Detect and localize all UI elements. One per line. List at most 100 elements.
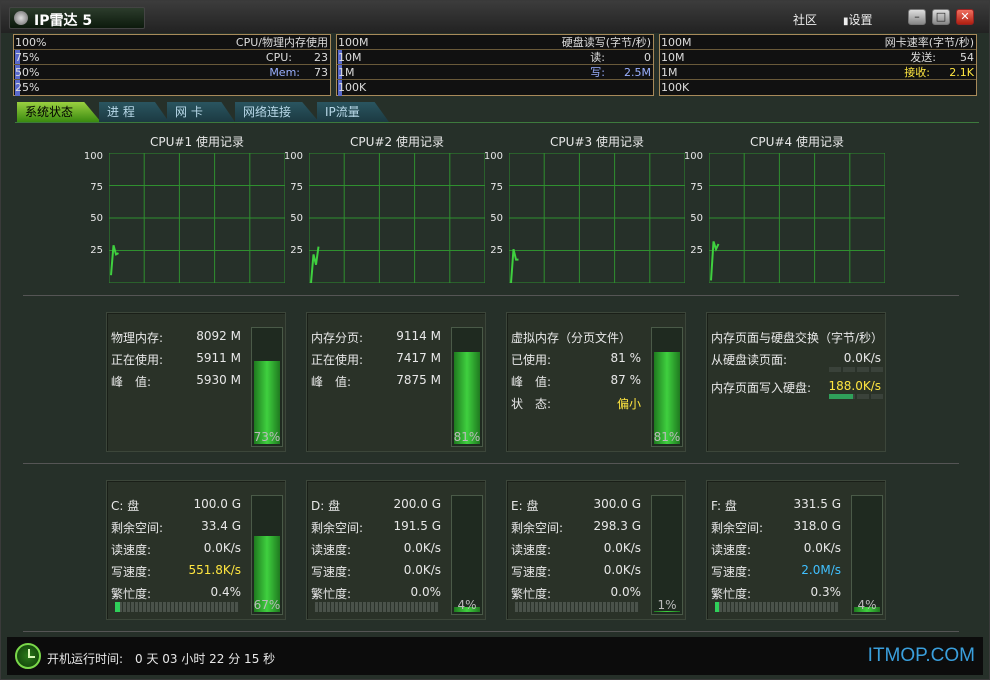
y-tick: 75 bbox=[690, 182, 703, 193]
busy-bar bbox=[115, 602, 239, 612]
busy-fill bbox=[715, 602, 719, 612]
y-tick: 50 bbox=[490, 213, 503, 224]
row-label: 剩余空间: bbox=[511, 521, 564, 535]
maximize-button[interactable]: □ bbox=[932, 9, 950, 25]
row-label: 读速度: bbox=[311, 543, 352, 557]
disk-panel: F: 盘 331.5 G 剩余空间: 318.0 G 读速度: 0.0K/s 写速度: 2.0… bbox=[706, 480, 886, 620]
y-tick: 100 bbox=[683, 151, 703, 162]
row-label: 已使用: bbox=[511, 353, 552, 367]
scale-label: 1M bbox=[661, 66, 678, 79]
row-label: F: 盘 bbox=[711, 499, 737, 513]
page-memory-panel: 内存分页: 9114 M 正在使用: 7417 M 峰 值: 7875 M 81… bbox=[306, 312, 486, 452]
row-label: 繁忙度: bbox=[311, 587, 352, 601]
disk-usage-gauge: 67% bbox=[251, 495, 283, 615]
status-bar: 开机运行时间: 0 天 03 小时 22 分 15 秒 ITMOP.COM bbox=[7, 637, 983, 675]
cpu-chart-title: CPU#4 使用记录 bbox=[750, 135, 844, 149]
app-title: IP雷达 5 bbox=[34, 13, 93, 29]
row-value: 331.5 G bbox=[793, 497, 841, 511]
busy-bar bbox=[715, 602, 839, 612]
y-tick: 25 bbox=[490, 245, 503, 256]
row-label: 内存分页: bbox=[311, 331, 364, 345]
disk-usage-gauge: 1% bbox=[651, 495, 683, 615]
cpu-plot bbox=[109, 153, 285, 283]
row-label: 剩余空间: bbox=[311, 521, 364, 535]
community-link[interactable]: 社区 bbox=[793, 11, 817, 28]
row-label: 写速度: bbox=[511, 565, 552, 579]
read-label: 读: bbox=[590, 51, 605, 64]
row-value: 551.8K/s bbox=[188, 563, 241, 577]
usage-gauge: 81% bbox=[651, 327, 683, 447]
busy-fill bbox=[115, 602, 120, 612]
virtual-memory-panel: 虚拟内存（分页文件） 已使用: 81 % 峰 值: 87 % 状 态: 偏小 8… bbox=[506, 312, 686, 452]
cpu-mem-meter: 100% CPU/物理内存使用 75% CPU: 23 50% Mem: 73 25% bbox=[13, 34, 331, 96]
cpu-chart: CPU#2 使用记录 100 75 50 25 bbox=[284, 131, 485, 287]
status-value: 偏小 bbox=[616, 397, 641, 411]
row-value: 87 % bbox=[610, 373, 642, 387]
row-value: 33.4 G bbox=[201, 519, 241, 533]
meter-title: CPU/物理内存使用 bbox=[235, 36, 328, 49]
y-tick: 50 bbox=[90, 213, 103, 224]
row-value: 191.5 G bbox=[393, 519, 441, 533]
y-tick: 25 bbox=[290, 245, 303, 256]
title-bar[interactable]: IP雷达 5 社区 ▮设置 – □ ✕ bbox=[1, 1, 989, 33]
row-value: 5911 M bbox=[196, 351, 241, 365]
row-value: 0.0K/s bbox=[403, 563, 441, 577]
row-label: 写速度: bbox=[311, 565, 352, 579]
scale-label: 100K bbox=[338, 81, 367, 94]
row-label: 剩余空间: bbox=[711, 521, 764, 535]
disk-panel: C: 盘 100.0 G 剩余空间: 33.4 G 读速度: 0.0K/s 写速度: 551.… bbox=[106, 480, 286, 620]
tab-processes[interactable]: 进 程 bbox=[99, 102, 169, 122]
tab-system-status[interactable]: 系统状态 bbox=[17, 102, 101, 122]
row-value: 200.0 G bbox=[393, 497, 441, 511]
row-value: 9114 M bbox=[396, 329, 441, 343]
tab-connections[interactable]: 网络连接 bbox=[235, 102, 319, 122]
row-value: 188.0K/s bbox=[828, 379, 881, 393]
y-tick: 75 bbox=[490, 182, 503, 193]
cpu-plot bbox=[309, 153, 485, 283]
row-value: 8092 M bbox=[196, 329, 241, 343]
write-level-bars bbox=[829, 394, 883, 399]
send-value: 54 bbox=[960, 51, 974, 64]
scale-label: 100K bbox=[661, 81, 690, 94]
row-value: 5930 M bbox=[196, 373, 241, 387]
tab-bar: 系统状态 进 程 网 卡 网络连接 IP流量 bbox=[17, 102, 977, 122]
main-window: IP雷达 5 社区 ▮设置 – □ ✕ 100% CPU/物理内存使用 75% CP… bbox=[0, 0, 990, 680]
cpu-chart: CPU#4 使用记录 100 75 50 25 bbox=[684, 131, 885, 287]
minimize-button[interactable]: – bbox=[908, 9, 926, 25]
busy-bar bbox=[315, 602, 439, 612]
tab-ip-traffic[interactable]: IP流量 bbox=[317, 102, 389, 122]
meter-strip: 100% CPU/物理内存使用 75% CPU: 23 50% Mem: 73 25% 1… bbox=[13, 34, 979, 97]
row-label: 读速度: bbox=[511, 543, 552, 557]
row-label: 繁忙度: bbox=[511, 587, 552, 601]
watermark: ITMOP.COM bbox=[867, 645, 975, 666]
gauge-percent: 73% bbox=[253, 430, 281, 444]
write-level-fill bbox=[829, 394, 854, 399]
scale-label: 100M bbox=[338, 36, 369, 49]
usage-gauge: 81% bbox=[451, 327, 483, 447]
read-value: 0 bbox=[644, 51, 651, 64]
close-button[interactable]: ✕ bbox=[956, 9, 974, 25]
row-value: 0.0% bbox=[410, 585, 442, 599]
cpu-chart-title: CPU#2 使用记录 bbox=[350, 135, 444, 149]
disk-usage-gauge: 4% bbox=[451, 495, 483, 615]
settings-link[interactable]: ▮设置 bbox=[843, 11, 873, 28]
y-tick: 75 bbox=[290, 182, 303, 193]
write-label: 写: bbox=[590, 66, 605, 79]
row-value: 2.0M/s bbox=[801, 563, 841, 577]
physical-memory-panel: 物理内存: 8092 M 正在使用: 5911 M 峰 值: 5930 M 73… bbox=[106, 312, 286, 452]
recv-label: 接收: bbox=[904, 66, 930, 79]
tab-network-card[interactable]: 网 卡 bbox=[167, 102, 235, 122]
read-level-bars bbox=[829, 367, 883, 372]
cpu-plot bbox=[709, 153, 885, 283]
row-value: 0.0K/s bbox=[603, 563, 641, 577]
row-label: 剩余空间: bbox=[111, 521, 164, 535]
settings-label: 设置 bbox=[848, 13, 873, 27]
row-label: 读速度: bbox=[111, 543, 152, 557]
gauge-percent: 4% bbox=[457, 598, 477, 612]
y-tick: 100 bbox=[283, 151, 303, 162]
cpu-chart: CPU#3 使用记录 100 75 50 25 bbox=[484, 131, 685, 287]
gauge-percent: 1% bbox=[657, 598, 677, 612]
panel-title: 内存页面与硬盘交换（字节/秒） bbox=[711, 331, 884, 345]
y-tick: 25 bbox=[690, 245, 703, 256]
gauge-percent: 81% bbox=[453, 430, 481, 444]
